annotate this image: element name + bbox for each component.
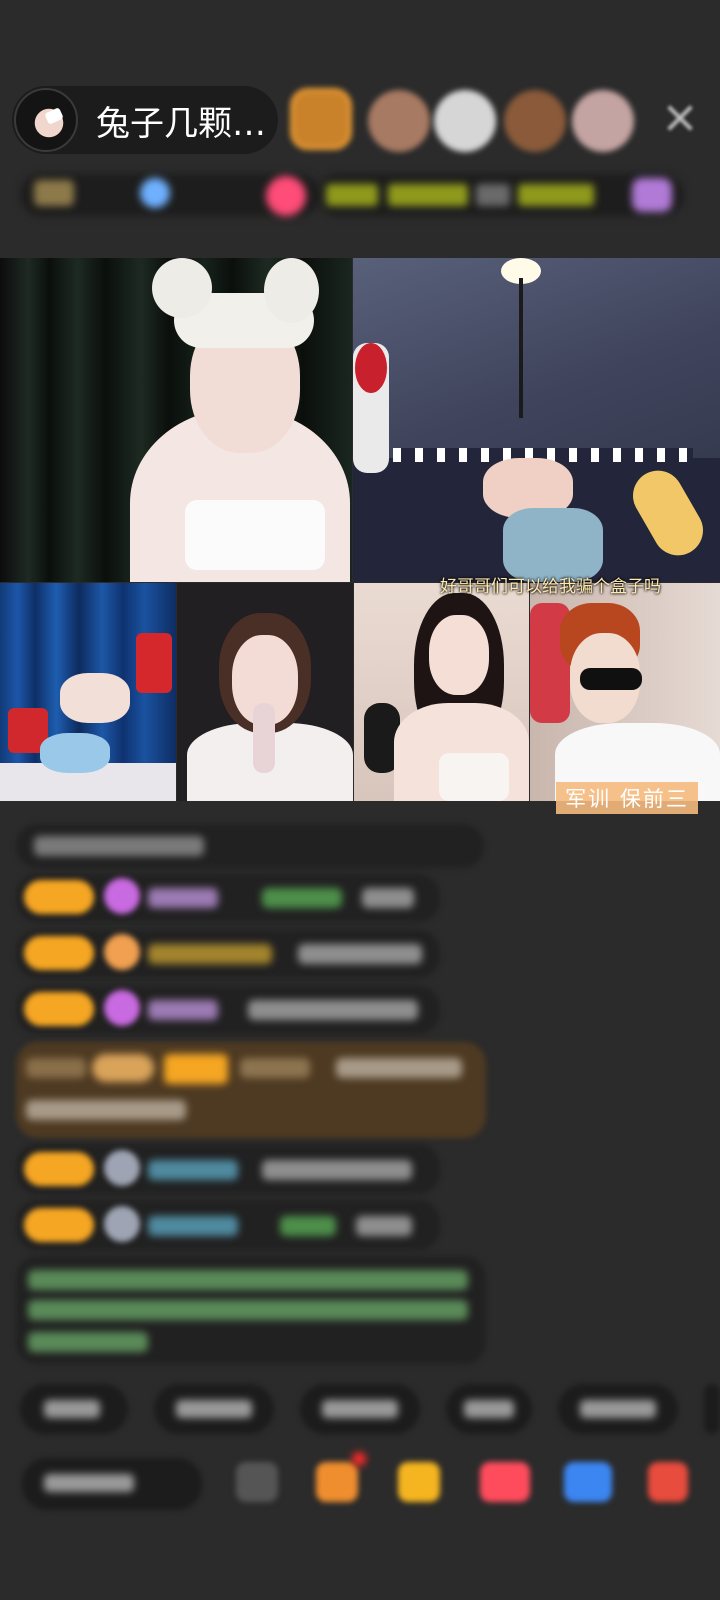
tag-chip[interactable] [388,184,468,206]
host-avatar[interactable] [14,88,78,152]
notification-dot [352,1452,366,1466]
quick-reply-text [176,1400,252,1418]
chat-text [26,1058,86,1078]
chat-text [298,944,422,964]
chat-username [148,1000,218,1020]
chat-text [34,836,204,856]
multi-stream-grid [0,258,720,816]
quick-reply-chip[interactable] [704,1384,720,1434]
quick-reply-text [464,1400,514,1418]
level-badge [24,936,94,970]
hot-icon [140,178,170,208]
stream-tile-3[interactable] [0,583,176,801]
chat-text [262,888,342,908]
host-name: 兔子几颗… [96,103,266,144]
viewer-avatar[interactable] [290,88,352,150]
stream-tile-label: 军训 保前三 [556,782,698,814]
stream-tile-6[interactable] [530,583,720,801]
viewer-avatar[interactable] [572,90,634,152]
chat-username [148,1216,238,1236]
close-icon[interactable] [664,102,696,134]
chat-text [356,1216,412,1236]
chat-username [148,888,218,908]
quick-reply-text [44,1400,100,1418]
level-badge [24,992,94,1026]
stream-tile-1[interactable] [0,258,352,582]
viewer-avatar[interactable] [368,90,430,152]
quick-reply-text [580,1400,656,1418]
tag-chip[interactable] [518,184,594,206]
viewer-avatar[interactable] [504,90,566,152]
diamond-icon [104,990,140,1026]
more-icon[interactable] [632,178,672,212]
diamond-icon [104,878,140,914]
stream-tile-2[interactable] [353,258,720,582]
stream-tile-4[interactable] [177,583,353,801]
viewer-avatar[interactable] [434,90,496,152]
chat-text [336,1058,462,1078]
level-badge-icon [34,180,74,206]
share-icon[interactable] [564,1462,612,1502]
system-notice-text [28,1270,468,1290]
chat-text [248,1000,418,1020]
quick-reply-text [322,1400,398,1418]
treasure-icon[interactable] [398,1462,440,1502]
avatar [104,1150,140,1186]
game-icon[interactable] [480,1462,530,1502]
system-notice-text [28,1332,148,1352]
chat-message-highlight [16,1042,486,1138]
tag-chip[interactable] [476,184,510,206]
host-info-pill[interactable]: 兔子几颗… [12,86,278,154]
level-badge [24,1152,94,1186]
comment-input-placeholder [44,1474,134,1492]
chat-username [148,1160,238,1180]
stream-caption: 好哥哥们可以给我骗个盒子吗 [440,577,661,597]
gift-box-icon[interactable] [316,1462,358,1502]
chat-username [240,1058,310,1078]
level-badge [164,1054,228,1084]
level-badge [24,1208,94,1242]
stream-tile-5[interactable] [354,583,529,801]
avatar [104,1206,140,1242]
system-notice-text [28,1300,468,1320]
level-badge [24,880,94,914]
tag-chip[interactable] [326,184,378,206]
emoji-icon[interactable] [236,1462,278,1502]
chat-text [362,888,414,908]
chat-username [148,944,272,964]
chat-text [280,1216,336,1236]
noble-badge [92,1054,154,1082]
fan-badge-icon [104,934,140,970]
chat-text [26,1100,186,1120]
chat-text [262,1160,412,1180]
gift-icon[interactable] [266,176,306,216]
gift-icon[interactable] [648,1462,688,1502]
